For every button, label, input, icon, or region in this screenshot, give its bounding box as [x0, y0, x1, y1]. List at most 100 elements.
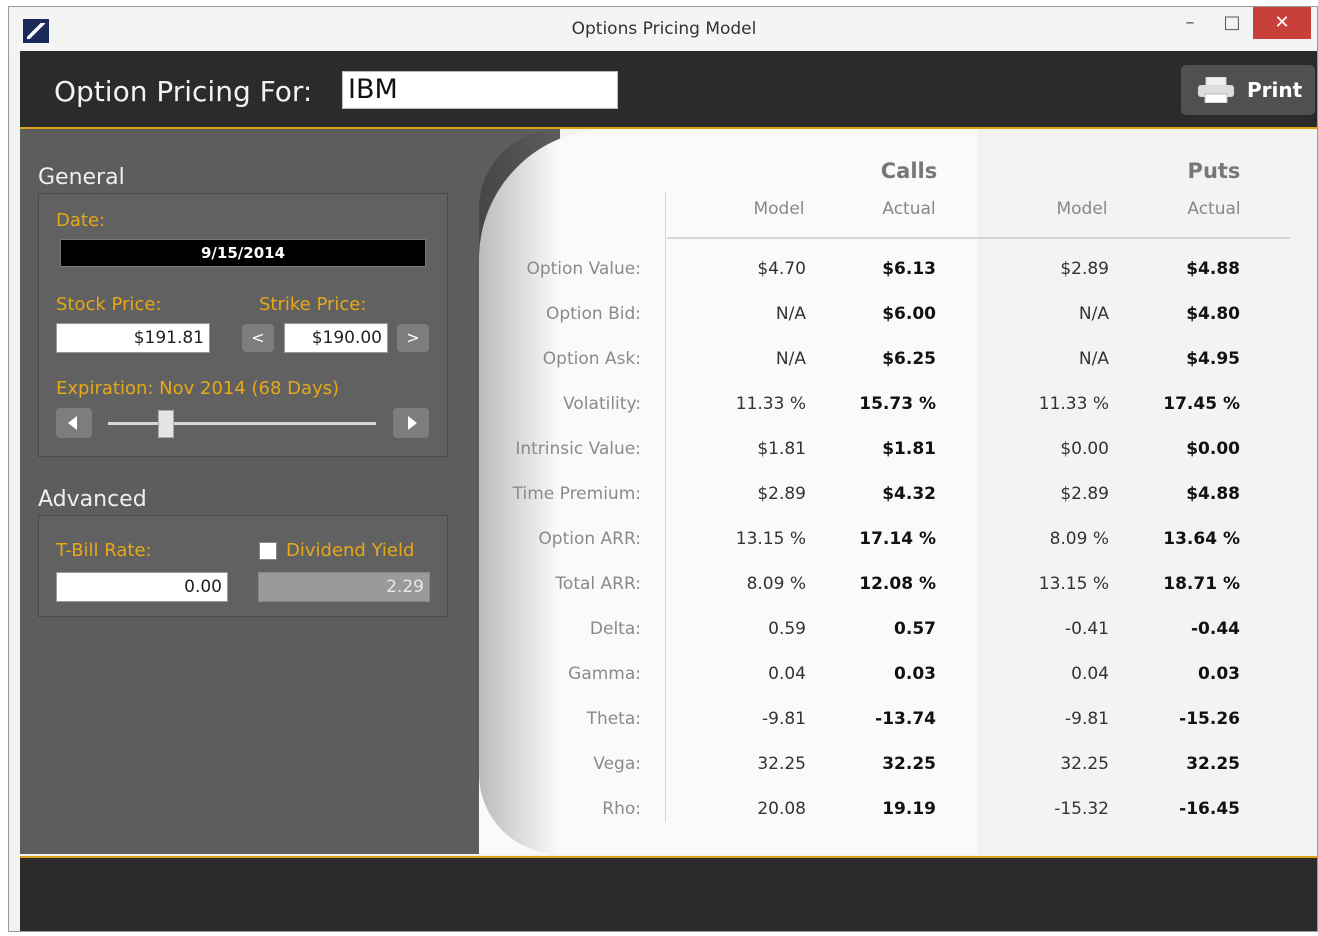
puts-header: Puts — [1187, 159, 1241, 183]
title-bar: Options Pricing Model – □ ✕ — [9, 7, 1317, 51]
tbill-rate-label: T-Bill Rate: — [56, 540, 152, 561]
row-label: Option Ask: — [542, 349, 641, 369]
table-cell: N/A — [775, 304, 806, 324]
expiration-label: Expiration: Nov 2014 (68 Days) — [56, 378, 340, 399]
dividend-yield-input[interactable]: 2.29 — [258, 572, 430, 602]
date-field[interactable]: 9/15/2014 — [60, 239, 426, 267]
stock-price-label: Stock Price: — [56, 294, 162, 315]
calls-header: Calls — [880, 159, 938, 183]
general-group: Date: 9/15/2014 Stock Price: Strike Pric… — [38, 193, 448, 457]
table-cell: 15.73 % — [859, 394, 936, 414]
table-cell: -15.32 — [1054, 799, 1109, 819]
table-cell: 8.09 % — [1049, 529, 1109, 549]
expiration-prev-button[interactable] — [56, 408, 92, 438]
footer-bar — [20, 856, 1317, 931]
row-label: Option ARR: — [538, 529, 641, 549]
table-cell: $6.25 — [882, 349, 936, 369]
dividend-yield-label: Dividend Yield — [286, 540, 415, 561]
row-label: Time Premium: — [512, 484, 641, 504]
table-cell: $0.00 — [1186, 439, 1240, 459]
table-cell: 0.04 — [768, 664, 806, 684]
table-cell: -0.41 — [1065, 619, 1109, 639]
table-cell: $2.89 — [1060, 259, 1109, 279]
header-bar: Option Pricing For: IBM Print — [20, 51, 1317, 129]
window-title: Options Pricing Model — [571, 19, 757, 39]
app-window: Options Pricing Model – □ ✕ Option Prici… — [8, 6, 1318, 932]
table-cell: $4.32 — [882, 484, 936, 504]
expiration-slider-track[interactable] — [108, 422, 376, 425]
table-cell: N/A — [775, 349, 806, 369]
table-cell: -9.81 — [1065, 709, 1109, 729]
strike-prev-button[interactable]: < — [242, 324, 274, 352]
table-cell: $6.13 — [882, 259, 936, 279]
table-cell: 17.14 % — [859, 529, 936, 549]
table-cell: N/A — [1078, 349, 1109, 369]
table-cell: 0.03 — [1198, 664, 1240, 684]
table-cell: 13.15 % — [735, 529, 806, 549]
row-label: Option Value: — [526, 259, 641, 279]
row-label: Volatility: — [563, 394, 641, 414]
table-cell: 32.25 — [757, 754, 806, 774]
table-cell: $1.81 — [882, 439, 936, 459]
table-cell: -16.45 — [1179, 799, 1240, 819]
expiration-next-button[interactable] — [393, 408, 429, 438]
table-cell: $4.88 — [1186, 259, 1240, 279]
row-label: Theta: — [586, 709, 641, 729]
row-label: Intrinsic Value: — [515, 439, 641, 459]
strike-price-label: Strike Price: — [259, 294, 367, 315]
strike-price-input[interactable]: $190.00 — [284, 323, 388, 353]
row-label: Total ARR: — [555, 574, 641, 594]
table-cell: 0.57 — [894, 619, 936, 639]
table-cell: $2.89 — [1060, 484, 1109, 504]
table-cell: 0.04 — [1071, 664, 1109, 684]
advanced-section-title: Advanced — [38, 487, 147, 512]
table-cell: 20.08 — [757, 799, 806, 819]
row-label: Rho: — [602, 799, 641, 819]
table-cell: -13.74 — [875, 709, 936, 729]
table-cell: 8.09 % — [746, 574, 806, 594]
row-label: Delta: — [589, 619, 641, 639]
table-cell: 11.33 % — [1038, 394, 1109, 414]
symbol-input[interactable]: IBM — [342, 71, 618, 109]
table-cell: $4.70 — [757, 259, 806, 279]
table-cell: $0.00 — [1060, 439, 1109, 459]
maximize-button[interactable]: □ — [1211, 7, 1253, 39]
table-cell: 32.25 — [1060, 754, 1109, 774]
header-label: Option Pricing For: — [54, 75, 313, 108]
table-cell: 0.59 — [768, 619, 806, 639]
calls-model-header: Model — [753, 199, 805, 219]
advanced-group: T-Bill Rate: Dividend Yield 0.00 2.29 — [38, 515, 448, 617]
table-cell: 13.15 % — [1038, 574, 1109, 594]
strike-next-button[interactable]: > — [397, 324, 429, 352]
table-cell: $4.95 — [1186, 349, 1240, 369]
table-cell: 13.64 % — [1163, 529, 1240, 549]
table-cell: 19.19 — [882, 799, 936, 819]
stock-price-input[interactable]: $191.81 — [56, 323, 210, 353]
table-cell: -15.26 — [1179, 709, 1240, 729]
dividend-yield-checkbox[interactable] — [259, 542, 277, 560]
table-cell: $4.88 — [1186, 484, 1240, 504]
table-cell: $2.89 — [757, 484, 806, 504]
table-cell: $4.80 — [1186, 304, 1240, 324]
printer-icon — [1198, 77, 1234, 103]
date-label: Date: — [56, 210, 106, 231]
general-section-title: General — [38, 165, 125, 190]
table-cell: $1.81 — [757, 439, 806, 459]
table-cell: 32.25 — [1186, 754, 1240, 774]
row-label: Vega: — [593, 754, 641, 774]
table-cell: 0.03 — [894, 664, 936, 684]
puts-actual-header: Actual — [1187, 199, 1241, 219]
expiration-slider-thumb[interactable] — [158, 410, 175, 438]
puts-model-header: Model — [1056, 199, 1108, 219]
minimize-button[interactable]: – — [1169, 7, 1211, 39]
close-button[interactable]: ✕ — [1253, 7, 1311, 39]
row-label: Gamma: — [568, 664, 641, 684]
print-button[interactable]: Print — [1181, 65, 1315, 115]
header-divider — [667, 237, 1290, 239]
table-cell: N/A — [1078, 304, 1109, 324]
calls-actual-header: Actual — [882, 199, 936, 219]
table-cell: -0.44 — [1191, 619, 1240, 639]
tbill-rate-input[interactable]: 0.00 — [56, 572, 228, 602]
row-label: Option Bid: — [545, 304, 641, 324]
table-cell: 11.33 % — [735, 394, 806, 414]
